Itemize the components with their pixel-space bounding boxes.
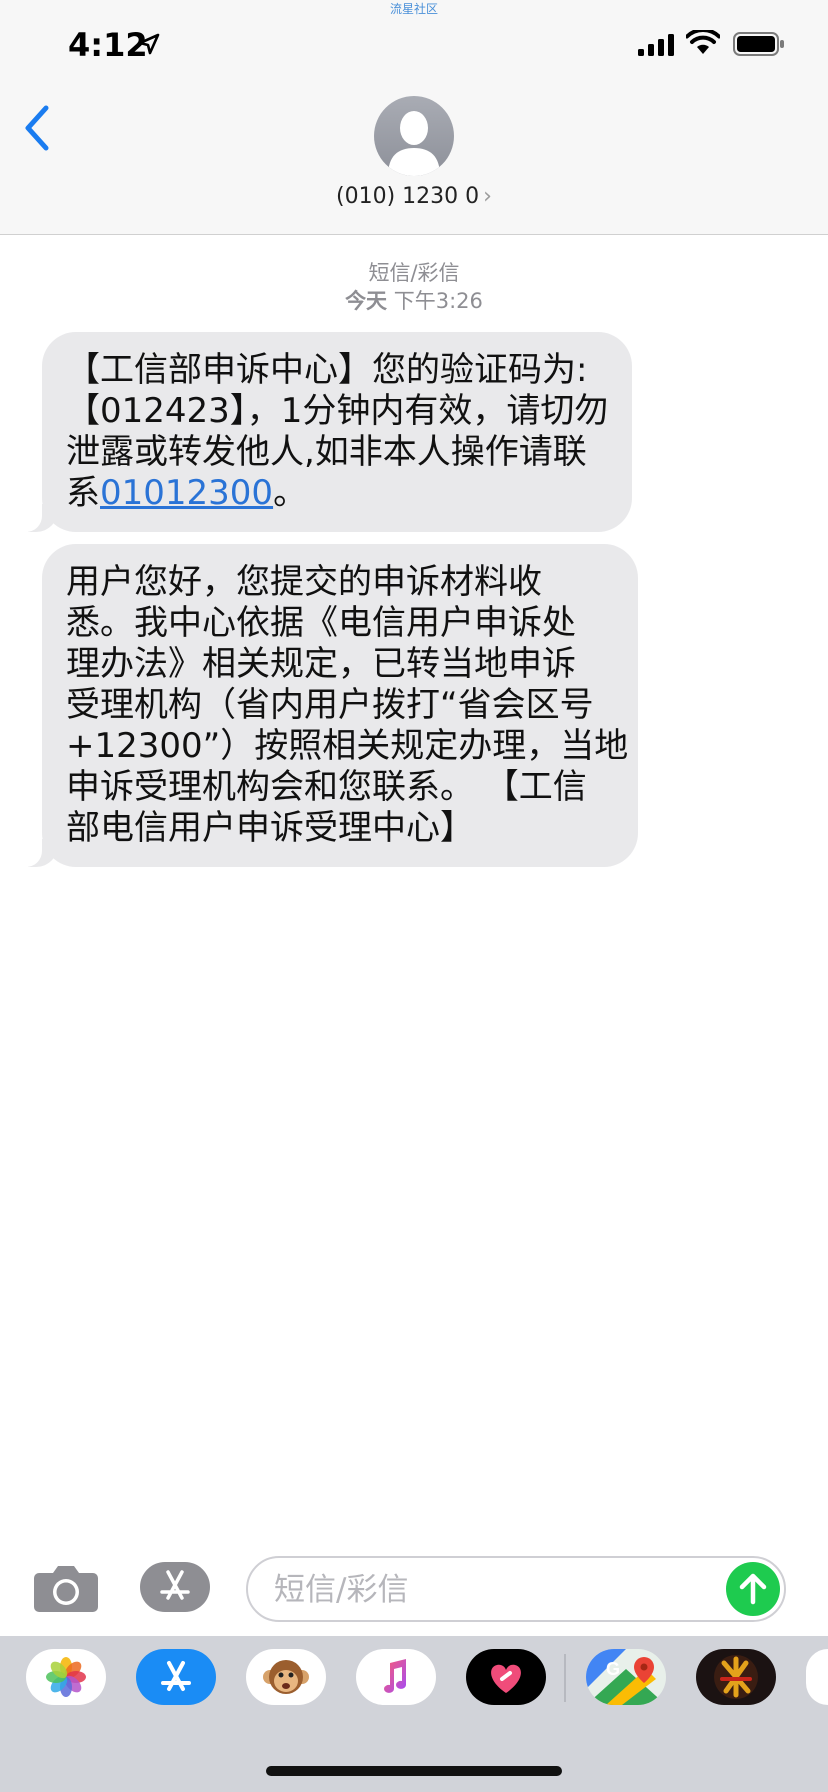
message-line: 泄露或转发他人,如非本人操作请联 xyxy=(66,432,587,472)
battery-icon xyxy=(733,32,784,56)
app-store-app-icon[interactable] xyxy=(136,1649,216,1705)
google-maps-app-icon[interactable]: G xyxy=(586,1649,666,1705)
message-text: 。 xyxy=(273,473,308,513)
photos-app-icon[interactable] xyxy=(26,1649,106,1705)
conversation-header: 流星社区 4:12 (010) 1230 0 › xyxy=(0,0,828,235)
drawer-divider xyxy=(564,1654,566,1702)
message-bubble[interactable]: 【工信部申诉中心】您的验证码为: 【012423】，1分钟内有效，请切勿 泄露或… xyxy=(12,332,632,532)
message-line: +12300”）按照相关规定办理，当地 xyxy=(66,726,629,766)
location-arrow-icon xyxy=(138,33,160,55)
message-bubble[interactable]: 用户您好，您提交的申诉材料收 悉。我中心依据《电信用户申诉处 理办法》相关规定，… xyxy=(12,544,638,867)
partial-app-icon[interactable] xyxy=(806,1649,828,1705)
timestamp: 今天 下午3:26 xyxy=(0,287,828,315)
memoji-app-icon[interactable] xyxy=(246,1649,326,1705)
service-label: 短信/彩信 xyxy=(368,261,460,285)
digital-touch-app-icon[interactable] xyxy=(466,1649,546,1705)
camera-icon[interactable] xyxy=(33,1563,99,1613)
message-line: 用户您好，您提交的申诉材料收 xyxy=(66,562,542,602)
cellular-signal-icon xyxy=(638,34,674,56)
watermark: 流星社区 xyxy=(389,2,438,16)
timestamp-day: 今天 xyxy=(345,289,388,313)
contact-chevron-icon: › xyxy=(483,184,492,209)
game-app-icon[interactable] xyxy=(696,1649,776,1705)
message-input[interactable] xyxy=(272,1566,696,1614)
contact-avatar[interactable] xyxy=(374,96,454,176)
message-input-container[interactable] xyxy=(246,1556,786,1622)
wifi-icon xyxy=(686,30,720,54)
app-drawer: G xyxy=(0,1636,828,1792)
apps-button[interactable] xyxy=(140,1562,210,1612)
arrow-up-icon xyxy=(739,1573,767,1605)
send-button[interactable] xyxy=(726,1562,780,1616)
contact-number: (010) 1230 0 xyxy=(336,184,480,209)
message-line: 受理机构（省内用户拨打“省会区号 xyxy=(66,685,594,725)
message-line: 【工信部申诉中心】您的验证码为: xyxy=(66,350,588,390)
person-silhouette-icon xyxy=(388,111,440,176)
message-line: 【012423】，1分钟内有效，请切勿 xyxy=(66,391,609,431)
music-app-icon[interactable] xyxy=(356,1649,436,1705)
phone-number-link[interactable]: 01012300 xyxy=(100,473,273,513)
svg-text:G: G xyxy=(606,1659,620,1679)
home-indicator[interactable] xyxy=(266,1766,562,1776)
back-chevron-icon[interactable] xyxy=(22,104,52,152)
message-line: 部电信用户申诉受理中心】 xyxy=(66,808,474,848)
message-line: 悉。我中心依据《电信用户申诉处 xyxy=(66,603,576,643)
message-line: 申诉受理机构会和您联系。 【工信 xyxy=(66,767,587,807)
app-store-icon xyxy=(160,1570,190,1600)
status-time: 4:12 xyxy=(68,26,148,64)
message-text: 系 xyxy=(66,473,100,513)
message-line: 理办法》相关规定，已转当地申诉 xyxy=(66,644,576,684)
thread-info: 短信/彩信 今天 下午3:26 xyxy=(0,259,828,315)
timestamp-time: 下午3:26 xyxy=(393,289,483,313)
message-line: 系01012300。 xyxy=(66,473,608,514)
contact-name[interactable]: (010) 1230 0 › xyxy=(0,184,828,209)
